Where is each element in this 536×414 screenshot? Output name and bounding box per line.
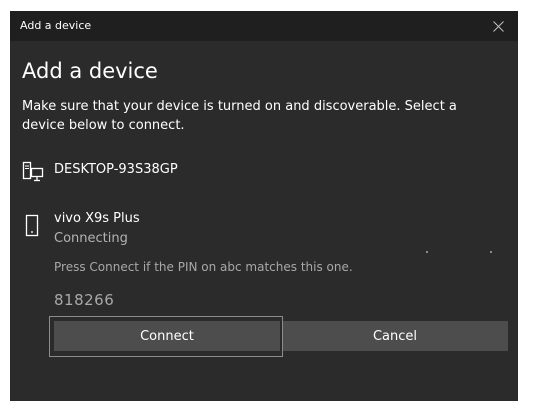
connect-button[interactable]: Connect: [54, 321, 280, 351]
cancel-button[interactable]: Cancel: [282, 321, 508, 351]
progress-dot: [426, 251, 428, 253]
dialog-heading: Add a device: [22, 59, 158, 83]
device-item-desktop[interactable]: DESKTOP-93S38GP: [20, 159, 320, 193]
pin-instruction: Press Connect if the PIN on abc matches …: [54, 260, 353, 274]
device-name: DESKTOP-93S38GP: [54, 162, 178, 177]
device-name: vivo X9s Plus: [54, 211, 140, 226]
window-title: Add a device: [20, 19, 92, 32]
add-device-dialog: Add a device Add a device Make sure that…: [10, 11, 518, 401]
device-item-phone[interactable]: vivo X9s Plus Connecting: [20, 211, 320, 259]
mobile-phone-icon: [25, 214, 39, 237]
title-bar: Add a device: [10, 11, 518, 41]
close-icon: [492, 20, 504, 32]
device-status: Connecting: [54, 231, 128, 246]
progress-dot: [490, 251, 492, 253]
instructions-text: Make sure that your device is turned on …: [22, 99, 457, 133]
pin-code: 818266: [54, 291, 115, 309]
close-button[interactable]: [478, 11, 518, 41]
desktop-computer-icon: [22, 161, 44, 182]
